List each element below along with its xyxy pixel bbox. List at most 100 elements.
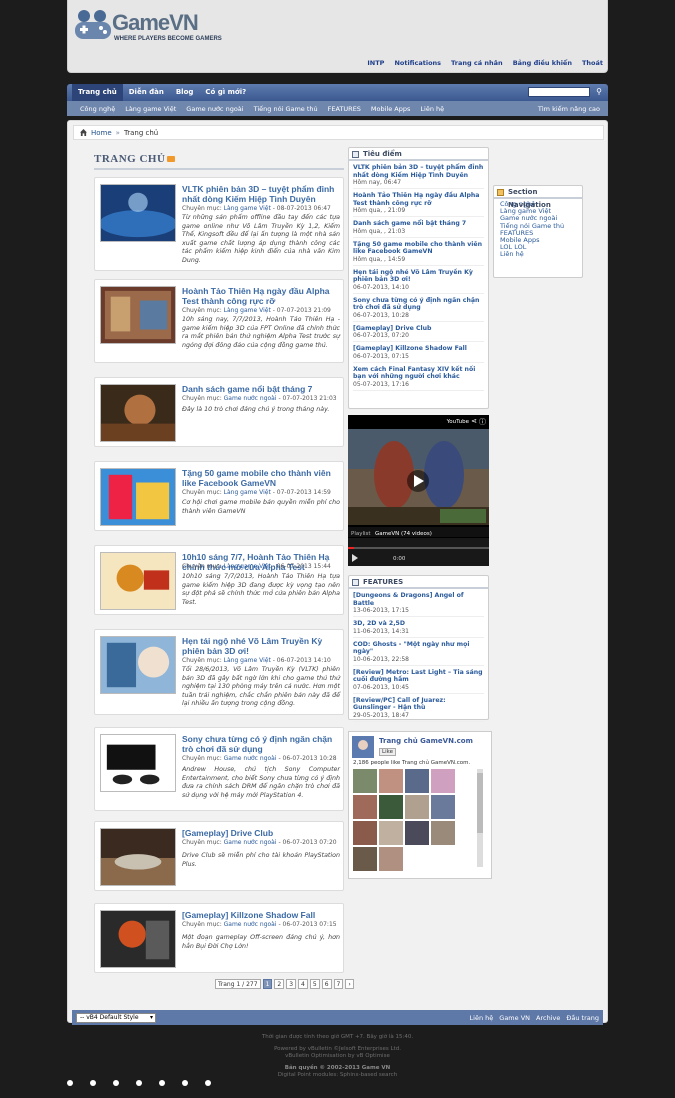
highlight-date: Hôm qua, , 21:09	[353, 207, 484, 217]
article-thumbnail[interactable]	[100, 184, 176, 242]
highlight-link[interactable]: Hoành Tảo Thiên Hạ ngày đầu Alpha Test t…	[353, 192, 484, 207]
subnav-mobile-apps[interactable]: Mobile Apps	[366, 105, 415, 113]
social-dot-icon[interactable]	[67, 1080, 73, 1086]
highlight-date: Hôm qua, , 14:59	[353, 256, 484, 266]
feature-link[interactable]: [Review] Metro: Last Light – Tia sáng cu…	[353, 669, 484, 684]
footer-link-contact[interactable]: Liên hệ	[470, 1014, 494, 1022]
article-thumbnail[interactable]	[100, 384, 176, 442]
article-meta: Chuyên mục: Game nước ngoài - 07-07-2013…	[182, 395, 337, 402]
article-thumbnail[interactable]	[100, 636, 176, 694]
title-divider	[94, 168, 344, 170]
home-icon[interactable]	[80, 129, 87, 136]
page-3[interactable]: 3	[286, 979, 297, 989]
page-1[interactable]: 1	[262, 979, 273, 989]
highlight-link[interactable]: Sony chưa từng có ý định ngăn chặn trò c…	[353, 297, 484, 312]
page-avatar[interactable]	[352, 736, 374, 758]
highlight-link[interactable]: Tặng 50 game mobile cho thành viên like …	[353, 241, 484, 256]
article-title[interactable]: Tặng 50 game mobile cho thành viên like …	[182, 468, 340, 488]
user-link-logout[interactable]: Thoát	[582, 59, 603, 67]
social-dot-icon[interactable]	[182, 1080, 188, 1086]
tab-whats-new[interactable]: Có gì mới?	[199, 84, 252, 101]
article-title[interactable]: Sony chưa từng có ý định ngăn chặn trò c…	[182, 734, 340, 754]
share-icon[interactable]: ⋖	[471, 417, 477, 425]
feature-link[interactable]: 3D, 2D và 2,5D	[353, 620, 484, 628]
highlight-link[interactable]: [Gameplay] Drive Club	[353, 325, 484, 333]
feature-date: 13-06-2013, 17:15	[353, 607, 484, 617]
subnav-lien-he[interactable]: Liên hệ	[415, 105, 449, 113]
page-6[interactable]: 6	[321, 979, 332, 989]
user-link-notifications[interactable]: Notifications	[394, 59, 441, 67]
gamepad-icon	[75, 10, 111, 39]
article-title[interactable]: [Gameplay] Drive Club	[182, 828, 340, 838]
feature-link[interactable]: [Review/PC] Call of Juarez: Gunslinger -…	[353, 697, 484, 712]
social-dot-icon[interactable]	[159, 1080, 165, 1086]
facebook-page-name[interactable]: Trang chủ GameVN.com	[379, 737, 473, 745]
user-link-profile[interactable]: Trang cá nhân	[451, 59, 503, 67]
article-title[interactable]: Hẹn tái ngộ nhé Võ Lâm Truyền Kỳ phiên b…	[182, 636, 340, 656]
highlight-link[interactable]: Hẹn tái ngộ nhé Võ Lâm Truyền Kỳ phiên b…	[353, 269, 484, 284]
article-title[interactable]: [Gameplay] Killzone Shadow Fall	[182, 910, 340, 920]
page-4[interactable]: 4	[298, 979, 308, 989]
rss-icon[interactable]	[167, 156, 176, 163]
subnav-features[interactable]: FEATURES	[323, 105, 366, 113]
highlight-link[interactable]: VLTK phiên bản 3D – tuyệt phẩm đỉnh nhất…	[353, 164, 484, 179]
subnav-lang-game-viet[interactable]: Làng game Việt	[120, 105, 181, 113]
article-title[interactable]: VLTK phiên bản 3D – tuyệt phẩm đỉnh nhất…	[182, 184, 340, 204]
article-thumbnail[interactable]	[100, 552, 176, 610]
user-link-control-panel[interactable]: Bảng điều khiển	[513, 59, 572, 67]
article-excerpt: Tối 28/6/2013, Võ Lâm Truyền Kỳ (VLTK) p…	[182, 666, 340, 707]
site-header: GameVN WHERE PLAYERS BECOME GAMERS INTP …	[67, 0, 608, 73]
site-logo[interactable]: GameVN WHERE PLAYERS BECOME GAMERS	[72, 6, 232, 46]
article-thumbnail[interactable]	[100, 828, 176, 886]
highlight-link[interactable]: Danh sách game nổi bật tháng 7	[353, 220, 484, 228]
article-thumbnail[interactable]	[100, 734, 176, 792]
article-meta: Chuyên mục: Game nước ngoài - 06-07-2013…	[182, 921, 337, 928]
next-page-button[interactable]: ›	[345, 979, 354, 989]
article-title[interactable]: Hoành Tảo Thiên Hạ ngày đầu Alpha Test t…	[182, 286, 340, 306]
highlight-link[interactable]: Xem cách Final Fantasy XIV kết nối bạn v…	[353, 366, 484, 381]
highlight-link[interactable]: [Gameplay] Killzone Shadow Fall	[353, 345, 484, 353]
social-dot-icon[interactable]	[136, 1080, 142, 1086]
article-thumbnail[interactable]	[100, 910, 176, 968]
footer-link-archive[interactable]: Archive	[536, 1014, 560, 1022]
style-selector[interactable]: -- vB4 Default Style ▾	[76, 1012, 156, 1023]
social-icons	[67, 1080, 211, 1086]
social-dot-icon[interactable]	[205, 1080, 211, 1086]
tab-home[interactable]: Trang chủ	[72, 84, 123, 101]
facebook-like-button[interactable]: Like	[379, 748, 396, 756]
advanced-search-link[interactable]: Tìm kiếm nâng cao	[538, 105, 608, 113]
section-link[interactable]: Liên hệ	[500, 251, 576, 258]
article-excerpt: Cơ hội chơi game mobile bản quyền miễn p…	[182, 499, 340, 515]
footer-link-gamevn[interactable]: Game VN	[499, 1014, 530, 1022]
breadcrumb-home[interactable]: Home	[91, 129, 112, 137]
facebook-like-box: Trang chủ GameVN.com Like 2,186 people l…	[348, 731, 492, 879]
youtube-brand: YouTube	[446, 419, 469, 425]
search-icon[interactable]: ⚲	[594, 87, 604, 97]
user-link-intp[interactable]: INTP	[367, 59, 384, 67]
highlight-date: 06-07-2013, 07:20	[353, 332, 484, 342]
page-2[interactable]: 2	[274, 979, 285, 989]
page-7[interactable]: 7	[333, 979, 344, 989]
tab-blog[interactable]: Blog	[170, 84, 200, 101]
article-title[interactable]: Danh sách game nổi bật tháng 7	[182, 384, 340, 394]
youtube-player[interactable]: YouTube ⋖ ⓘ Playlist GameVN (74 videos) …	[348, 415, 489, 566]
feature-link[interactable]: [Dungeons & Dragons] Angel of Battle	[353, 592, 484, 607]
subnav-game-nuoc-ngoai[interactable]: Game nước ngoài	[181, 105, 248, 113]
feature-date: 07-06-2013, 10:45	[353, 684, 484, 694]
feature-link[interactable]: COD: Ghosts - "Một ngày như mọi ngày"	[353, 641, 484, 656]
features-widget: FEATURES [Dungeons & Dragons] Angel of B…	[348, 575, 489, 722]
subnav-cong-nghe[interactable]: Công nghệ	[75, 105, 120, 113]
playlist-name[interactable]: GameVN (74 videos)	[375, 531, 432, 537]
info-icon[interactable]: ⓘ	[479, 417, 486, 427]
search-input[interactable]	[528, 87, 590, 97]
article-thumbnail[interactable]	[100, 286, 176, 344]
social-dot-icon[interactable]	[90, 1080, 96, 1086]
footer-link-top[interactable]: Đầu trang	[566, 1014, 599, 1022]
video-time: 0:00	[393, 556, 406, 562]
page-5[interactable]: 5	[309, 979, 320, 989]
tab-forum[interactable]: Diễn đàn	[123, 84, 170, 101]
subnav-tieng-noi-game-thu[interactable]: Tiếng nói Game thủ	[249, 105, 323, 113]
footer-modules: Digital Point modules: Sphinx-based sear…	[277, 1072, 398, 1078]
article-thumbnail[interactable]	[100, 468, 176, 526]
social-dot-icon[interactable]	[113, 1080, 119, 1086]
